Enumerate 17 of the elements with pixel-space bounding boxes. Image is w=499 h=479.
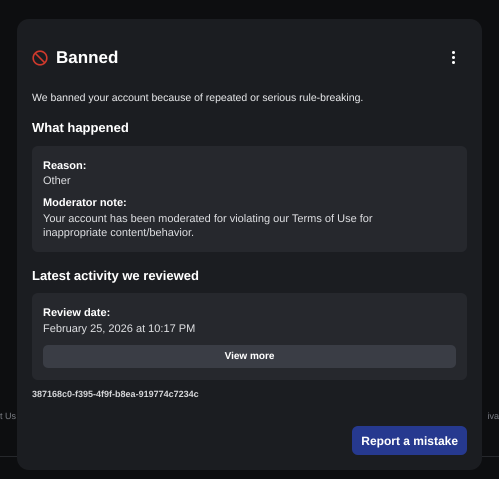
footer-link[interactable]: iva xyxy=(487,410,499,424)
field-value: Other xyxy=(43,174,72,188)
field-label: Reason: xyxy=(43,158,88,174)
section-heading: What happened xyxy=(32,119,130,138)
field-value: February 25, 2026 at 10:17 PM xyxy=(43,322,196,336)
more-options-icon[interactable] xyxy=(452,51,455,64)
field-label: Moderator note: xyxy=(43,196,128,212)
field-value: Your account has been moderated for violating our Terms of Use for inappropriate content/behavior. xyxy=(43,212,374,240)
report-mistake-button[interactable]: Report a mistake xyxy=(352,426,467,455)
prohibited-icon xyxy=(32,50,48,66)
view-more-button[interactable]: View more xyxy=(43,344,456,368)
field-label: Review date: xyxy=(43,306,112,322)
footer-link[interactable]: t Us xyxy=(0,410,16,424)
section-heading: Latest activity we reviewed xyxy=(32,266,200,285)
ban-description: We banned your account because of repeated or serious rule-breaking. xyxy=(32,90,364,106)
reference-id: 387168c0-f395-4f9f-b8ea-919774c7234c xyxy=(32,388,200,401)
dialog-title: Banned xyxy=(56,47,118,69)
